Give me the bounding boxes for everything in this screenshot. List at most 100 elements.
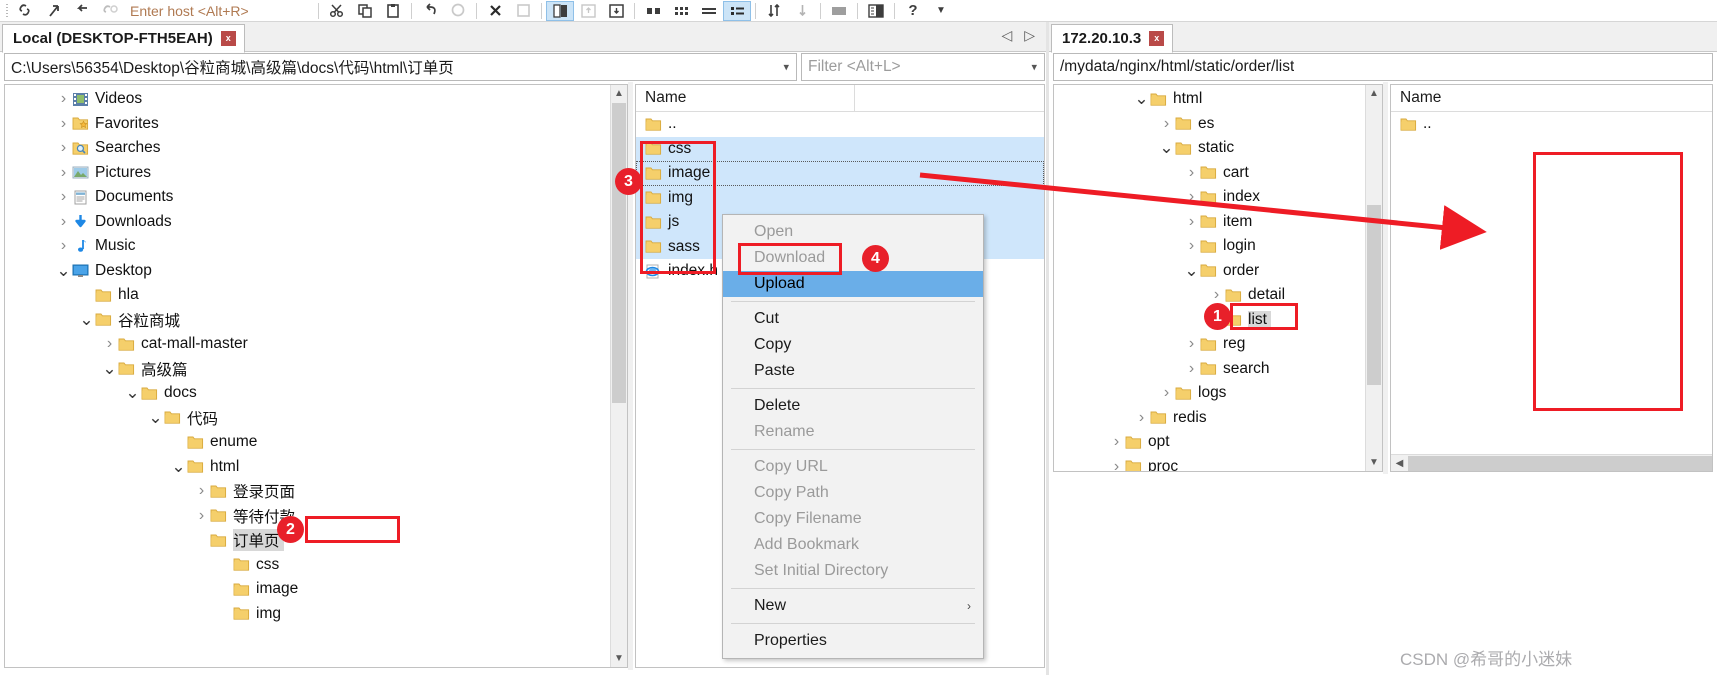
toolbar-grip[interactable] <box>3 2 12 19</box>
disconnect-icon[interactable] <box>40 1 68 21</box>
local-tree-item[interactable]: ⌄ html <box>5 455 627 480</box>
chevron-down-icon[interactable]: ⌄ <box>101 360 118 377</box>
local-tree-item[interactable]: ⌄ Desktop <box>5 259 627 284</box>
local-tree-item[interactable]: img <box>5 602 627 627</box>
chevron-right-icon[interactable]: › <box>1183 164 1200 182</box>
chevron-down-icon[interactable]: ▾ <box>783 61 789 74</box>
more-icon[interactable]: ▼ <box>927 1 955 21</box>
scroll-left-icon[interactable]: ◀ <box>1391 458 1408 469</box>
local-tree-item[interactable]: › Music <box>5 234 627 259</box>
remote-tree-item[interactable]: ⌄ html <box>1054 87 1382 112</box>
local-tree-item[interactable]: ⌄ docs <box>5 381 627 406</box>
local-tree-item[interactable]: › cat-mall-master <box>5 332 627 357</box>
chevron-down-icon[interactable]: ⌄ <box>1183 262 1200 279</box>
remote-tree-item[interactable]: ⌄ static <box>1054 136 1382 161</box>
chevron-right-icon[interactable]: › <box>193 482 210 500</box>
close-icon[interactable]: x <box>220 31 236 46</box>
remote-tree-item[interactable]: › proc <box>1054 455 1382 471</box>
chevron-right-icon[interactable]: › <box>1108 433 1125 451</box>
remote-tab[interactable]: 172.20.10.3 x <box>1051 24 1174 53</box>
local-tab[interactable]: Local (DESKTOP-FTH5EAH) x <box>2 24 245 53</box>
scissors-icon[interactable] <box>323 1 351 21</box>
sync-browse-icon[interactable] <box>546 0 574 21</box>
view-list-icon[interactable] <box>695 1 723 21</box>
local-tree-item[interactable]: 订单页 <box>5 528 627 553</box>
chevron-down-icon[interactable]: ⌄ <box>55 262 72 279</box>
remote-tree-item[interactable]: ⌄ order <box>1054 259 1382 284</box>
remote-tree-item[interactable]: › login <box>1054 234 1382 259</box>
column-header-name[interactable]: Name <box>1391 89 1609 107</box>
sort-icon[interactable] <box>760 1 788 21</box>
local-directory-tree[interactable]: › Videos › Favorites › Searches › Pictures › Docu… <box>4 84 628 668</box>
local-list-row[interactable]: image <box>636 161 1044 186</box>
local-tree-item[interactable]: hla <box>5 283 627 308</box>
column-divider[interactable] <box>854 85 855 111</box>
copy-icon[interactable] <box>351 1 379 21</box>
chevron-right-icon[interactable]: › <box>1183 213 1200 231</box>
context-menu-item-copy[interactable]: Copy <box>723 332 983 358</box>
hide-local-pane-icon[interactable] <box>574 1 602 21</box>
local-tree-item[interactable]: › Favorites <box>5 112 627 137</box>
context-menu-item-cut[interactable]: Cut <box>723 306 983 332</box>
remote-tree-item[interactable]: › item <box>1054 210 1382 235</box>
scroll-up-icon[interactable]: ▲ <box>611 85 627 102</box>
scroll-up-icon[interactable]: ▲ <box>1366 85 1382 102</box>
chevron-right-icon[interactable]: › <box>1183 335 1200 353</box>
download-icon[interactable] <box>788 1 816 21</box>
remote-list-row[interactable]: .. <box>1391 112 1712 137</box>
local-tree-item[interactable]: › Videos <box>5 87 627 112</box>
close-icon[interactable]: x <box>1149 31 1165 46</box>
context-menu-item-upload[interactable]: Upload <box>723 271 983 297</box>
context-menu-item-delete[interactable]: Delete <box>723 393 983 419</box>
remote-tree-item[interactable]: › index <box>1054 185 1382 210</box>
local-list-row[interactable]: img <box>636 185 1044 210</box>
column-header-name[interactable]: Name <box>636 89 854 107</box>
remote-tree-item[interactable]: › redis <box>1054 406 1382 431</box>
local-tree-item[interactable]: css <box>5 553 627 578</box>
link-icon[interactable] <box>12 1 40 21</box>
local-tree-item[interactable]: › 等待付款 <box>5 504 627 529</box>
local-tree-item[interactable]: › Downloads <box>5 210 627 235</box>
chevron-right-icon[interactable]: › <box>55 188 72 206</box>
cancel-queue-icon[interactable] <box>509 1 537 21</box>
scroll-down-icon[interactable]: ▼ <box>1366 454 1382 471</box>
view-tiles-icon[interactable] <box>639 1 667 21</box>
chevron-right-icon[interactable]: › <box>1183 360 1200 378</box>
chevron-down-icon[interactable]: ▾ <box>1031 61 1037 74</box>
chevron-right-icon[interactable]: › <box>1108 458 1125 471</box>
remote-splitter[interactable] <box>1383 82 1388 474</box>
redo-icon[interactable] <box>444 1 472 21</box>
show-remote-pane-icon[interactable] <box>602 1 630 21</box>
reconnect-icon[interactable] <box>68 1 96 21</box>
host-input[interactable]: Enter host <Alt+R> <box>124 2 314 20</box>
local-path-input[interactable]: C:\Users\56354\Desktop\谷粒商城\高级篇\docs\代码\… <box>4 53 797 81</box>
undo-icon[interactable] <box>416 1 444 21</box>
remote-tree-item[interactable]: › opt <box>1054 430 1382 455</box>
chevron-down-icon[interactable]: ⌄ <box>124 384 141 401</box>
chevron-down-icon[interactable]: ⌄ <box>1158 139 1175 156</box>
local-tree-item[interactable]: enume <box>5 430 627 455</box>
local-tree-item[interactable]: image <box>5 577 627 602</box>
chevron-down-icon[interactable]: ⌄ <box>1133 90 1150 107</box>
chevron-right-icon[interactable]: › <box>193 507 210 525</box>
local-filter-input[interactable]: Filter <Alt+L> ▾ <box>801 53 1045 81</box>
view-small-icons-icon[interactable] <box>667 1 695 21</box>
chevron-right-icon[interactable]: › <box>1183 237 1200 255</box>
paste-icon[interactable] <box>379 1 407 21</box>
help-icon[interactable]: ? <box>899 1 927 21</box>
stop-icon[interactable] <box>481 1 509 21</box>
context-menu-item-properties[interactable]: Properties <box>723 628 983 654</box>
queue-icon[interactable] <box>825 1 853 21</box>
remote-directory-tree[interactable]: ⌄ html › es ⌄ static › cart › index › item › login ⌄ or… <box>1053 84 1383 472</box>
chevron-right-icon[interactable]: › <box>55 90 72 108</box>
remote-tree-item[interactable]: › search <box>1054 357 1382 382</box>
chevron-right-icon[interactable]: › <box>55 237 72 255</box>
scroll-thumb[interactable] <box>612 103 626 403</box>
remote-tree-item[interactable]: › logs <box>1054 381 1382 406</box>
chevron-right-icon[interactable]: › <box>1183 188 1200 206</box>
preferences-icon[interactable] <box>862 1 890 21</box>
local-tree-item[interactable]: › Searches <box>5 136 627 161</box>
chevron-right-icon[interactable]: › <box>1158 384 1175 402</box>
chevron-down-icon[interactable]: ⌄ <box>78 311 95 328</box>
scroll-thumb[interactable] <box>1367 205 1381 385</box>
